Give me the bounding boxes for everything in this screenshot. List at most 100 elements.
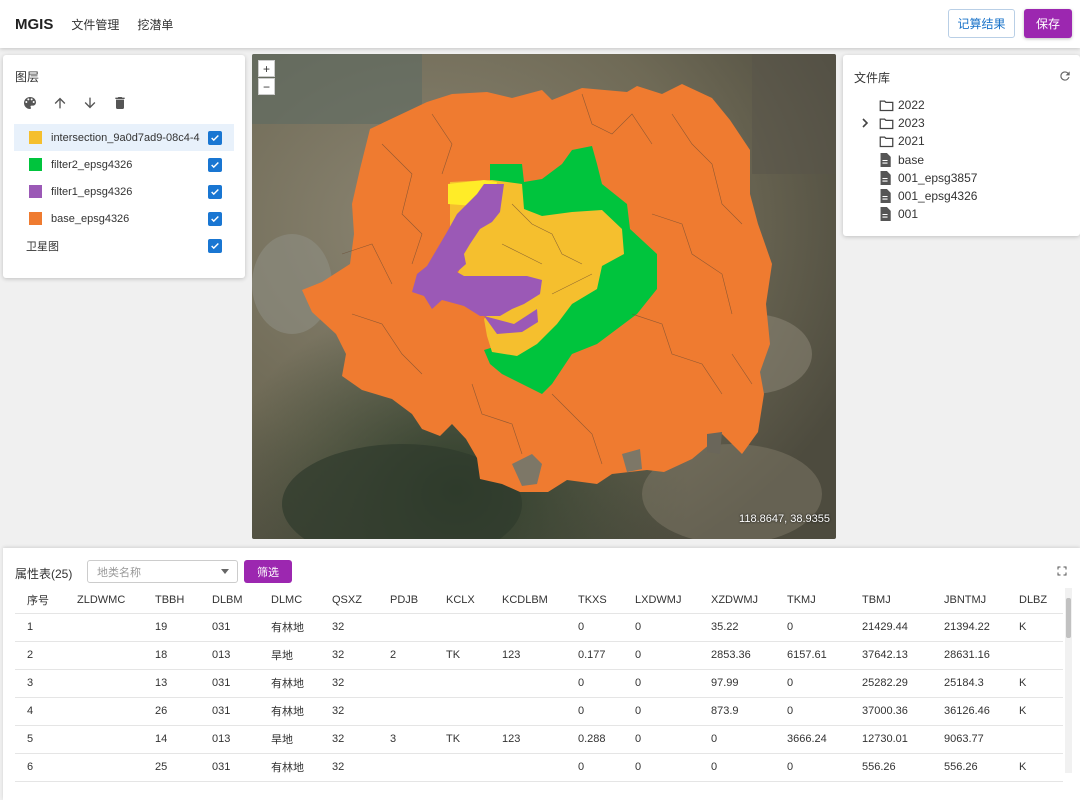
table-cell — [65, 725, 143, 754]
arrow-up-icon[interactable] — [51, 94, 69, 112]
table-scrollbar[interactable] — [1065, 588, 1072, 773]
tree-item-folder[interactable]: 2021 — [861, 132, 977, 150]
save-button[interactable]: 保存 — [1024, 9, 1072, 38]
zoom-out-button[interactable]: − — [258, 78, 275, 95]
basemap-visibility-checkbox[interactable] — [208, 238, 222, 253]
table-cell: 32 — [320, 753, 378, 782]
refresh-icon[interactable] — [1058, 69, 1072, 83]
tree-item-file[interactable]: 001_epsg4326 — [861, 187, 977, 205]
map-view[interactable]: + − 118.8647, 38.9355 — [252, 54, 836, 539]
tree-item-file[interactable]: 001 — [861, 205, 977, 223]
column-header[interactable]: DLMC — [259, 587, 320, 614]
column-header[interactable]: KCLX — [434, 587, 490, 614]
column-header[interactable]: PDJB — [378, 587, 434, 614]
column-header[interactable]: DLBM — [200, 587, 259, 614]
table-cell: 123 — [490, 641, 566, 670]
table-row[interactable]: 5 14 013 旱地 32 3 TK 123 0.288 0 0 3666.24 12730.01 90… — [15, 725, 1063, 754]
column-header[interactable]: KCDLBM — [490, 587, 566, 614]
column-header[interactable]: ZLDWMC — [65, 587, 143, 614]
table-cell: 有林地 — [259, 753, 320, 782]
table-cell: 32 — [320, 669, 378, 698]
column-header[interactable]: TBBH — [143, 587, 200, 614]
table-cell: 9063.77 — [932, 725, 1007, 754]
table-cell — [65, 697, 143, 726]
table-cell: 32 — [320, 641, 378, 670]
table-cell — [65, 613, 143, 642]
column-header[interactable]: LXDWMJ — [623, 587, 699, 614]
folder-icon — [879, 134, 894, 148]
table-cell: 2853.36 — [699, 641, 775, 670]
table-cell: 031 — [200, 753, 259, 782]
column-header[interactable]: TBMJ — [850, 587, 932, 614]
satellite-map — [252, 54, 836, 539]
layer-row-filter1[interactable]: filter1_epsg4326 — [14, 178, 234, 205]
layer-row-filter2[interactable]: filter2_epsg4326 — [14, 151, 234, 178]
tree-item-file[interactable]: 001_epsg3857 — [861, 169, 977, 187]
layer-panel: 图层 intersection_9a0d7ad9-08c4-4 filter2_… — [3, 55, 245, 278]
tree-item-folder[interactable]: 2023 — [861, 114, 977, 132]
table-cell: 3666.24 — [775, 725, 850, 754]
table-cell — [490, 669, 566, 698]
tree-item-folder[interactable]: 2022 — [861, 96, 977, 114]
table-header-row: 序号 ZLDWMC TBBH DLBM DLMC QSXZ PDJB KCLX KCDLBM TK… — [15, 587, 1063, 614]
table-cell — [490, 697, 566, 726]
layer-visibility-checkbox[interactable] — [208, 184, 222, 199]
folder-icon — [879, 116, 894, 130]
nav-potential-list[interactable]: 挖潜单 — [137, 16, 173, 33]
table-cell: TK — [434, 641, 490, 670]
record-results-button[interactable]: 记算结果 — [948, 9, 1015, 38]
table-cell: 0 — [566, 613, 623, 642]
chevron-right-icon[interactable] — [861, 118, 879, 128]
layer-visibility-checkbox[interactable] — [208, 157, 222, 172]
table-cell: 873.9 — [699, 697, 775, 726]
tree-item-label: 2021 — [898, 134, 925, 149]
table-cell: 0 — [623, 725, 699, 754]
column-header[interactable]: JBNTMJ — [932, 587, 1007, 614]
layer-row-basemap[interactable]: 卫星图 — [14, 232, 234, 259]
tree-item-label: 001 — [898, 207, 919, 222]
table-row[interactable]: 2 18 013 旱地 32 2 TK 123 0.177 0 2853.36 6157.61 3764… — [15, 641, 1063, 670]
tree-item-file[interactable]: base — [861, 151, 977, 169]
column-header[interactable]: TKXS — [566, 587, 623, 614]
table-cell — [378, 697, 434, 726]
tree-item-label: 2022 — [898, 98, 925, 113]
layer-panel-title: 图层 — [15, 70, 40, 84]
table-row[interactable]: 4 26 031 有林地 32 0 0 873.9 0 37000.36 36126.46 K — [15, 697, 1063, 726]
table-row[interactable]: 3 13 031 有林地 32 0 0 97.99 0 25282.29 25184.3 K — [15, 669, 1063, 698]
table-cell: 0 — [775, 697, 850, 726]
layer-visibility-checkbox[interactable] — [208, 211, 222, 226]
palette-icon[interactable] — [21, 94, 39, 112]
fullscreen-icon[interactable] — [1056, 565, 1068, 577]
column-header[interactable]: QSXZ — [320, 587, 378, 614]
column-header[interactable]: TKMJ — [775, 587, 850, 614]
land-type-select[interactable]: 地类名称 — [87, 560, 238, 583]
layer-toolbar — [21, 94, 129, 112]
delete-icon[interactable] — [111, 94, 129, 112]
table-cell — [434, 697, 490, 726]
table-cell: 25184.3 — [932, 669, 1007, 698]
zoom-in-button[interactable]: + — [258, 60, 275, 77]
table-cell — [65, 641, 143, 670]
layer-row-base[interactable]: base_epsg4326 — [14, 205, 234, 232]
column-header[interactable]: XZDWMJ — [699, 587, 775, 614]
file-library-panel: 文件库 2022 2023 2021 base 001_epsg3857 001… — [843, 55, 1080, 236]
table-cell: 0 — [699, 753, 775, 782]
filter-button[interactable]: 筛选 — [244, 560, 292, 583]
table-cell: 556.26 — [932, 753, 1007, 782]
nav-file-management[interactable]: 文件管理 — [71, 16, 119, 33]
table-row[interactable]: 1 19 031 有林地 32 0 0 35.22 0 21429.44 21394.22 K — [15, 613, 1063, 642]
table-cell: 32 — [320, 725, 378, 754]
layer-visibility-checkbox[interactable] — [208, 130, 222, 145]
table-cell — [65, 669, 143, 698]
table-cell — [378, 753, 434, 782]
layer-row-intersection[interactable]: intersection_9a0d7ad9-08c4-4 — [14, 124, 234, 151]
column-header[interactable]: DLBZ — [1007, 587, 1063, 614]
table-cell: 0 — [775, 613, 850, 642]
attribute-table-title: 属性表(25) — [15, 567, 73, 581]
table-cell — [65, 753, 143, 782]
column-header[interactable]: 序号 — [15, 587, 65, 614]
arrow-down-icon[interactable] — [81, 94, 99, 112]
table-cell: 旱地 — [259, 641, 320, 670]
scrollbar-thumb[interactable] — [1066, 598, 1071, 638]
table-row[interactable]: 6 25 031 有林地 32 0 0 0 0 556.26 556.26 K — [15, 753, 1063, 782]
